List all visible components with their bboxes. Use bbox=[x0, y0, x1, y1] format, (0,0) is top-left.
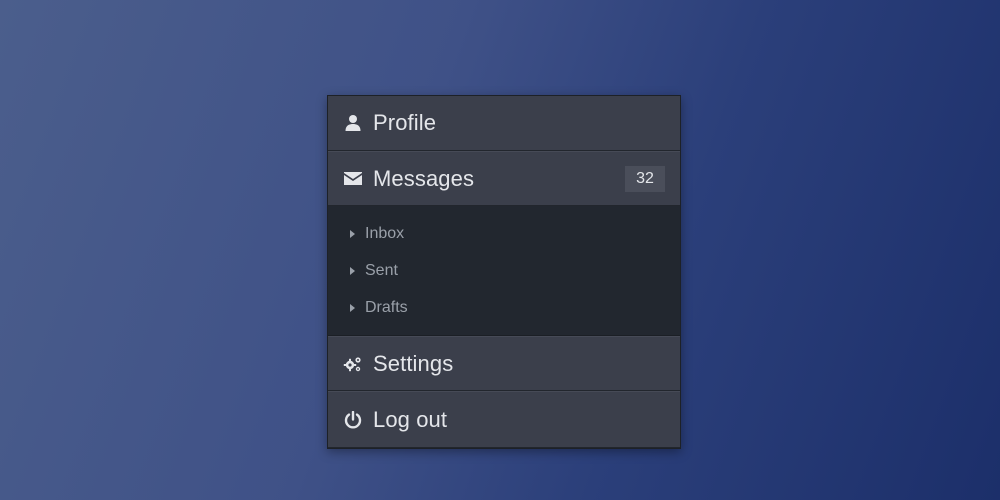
submenu-item-label: Drafts bbox=[365, 298, 408, 316]
menu-item-profile[interactable]: Profile bbox=[328, 96, 680, 151]
messages-submenu: Inbox Sent Drafts bbox=[328, 206, 680, 336]
caret-right-icon bbox=[350, 303, 355, 312]
submenu-item-label: Sent bbox=[365, 261, 398, 279]
submenu-item-drafts[interactable]: Drafts bbox=[328, 289, 680, 326]
caret-right-icon bbox=[350, 266, 355, 275]
menu-item-label: Messages bbox=[373, 165, 475, 191]
user-icon bbox=[343, 113, 363, 133]
submenu-item-sent[interactable]: Sent bbox=[328, 252, 680, 289]
menu-item-settings[interactable]: Settings bbox=[328, 336, 680, 391]
navigation-menu: Profile Messages 32 Inbox Sent Drafts Se… bbox=[327, 95, 681, 449]
submenu-item-inbox[interactable]: Inbox bbox=[328, 215, 680, 252]
power-icon bbox=[343, 410, 363, 430]
menu-item-label: Settings bbox=[373, 350, 454, 376]
menu-item-label: Profile bbox=[373, 110, 437, 135]
unread-count-badge: 32 bbox=[625, 166, 665, 192]
menu-item-logout[interactable]: Log out bbox=[328, 391, 680, 448]
submenu-item-label: Inbox bbox=[365, 224, 405, 242]
menu-item-messages[interactable]: Messages 32 bbox=[328, 151, 680, 206]
envelope-icon bbox=[343, 169, 363, 189]
caret-right-icon bbox=[350, 229, 355, 238]
menu-item-label: Log out bbox=[373, 406, 448, 432]
gears-icon bbox=[343, 354, 363, 374]
